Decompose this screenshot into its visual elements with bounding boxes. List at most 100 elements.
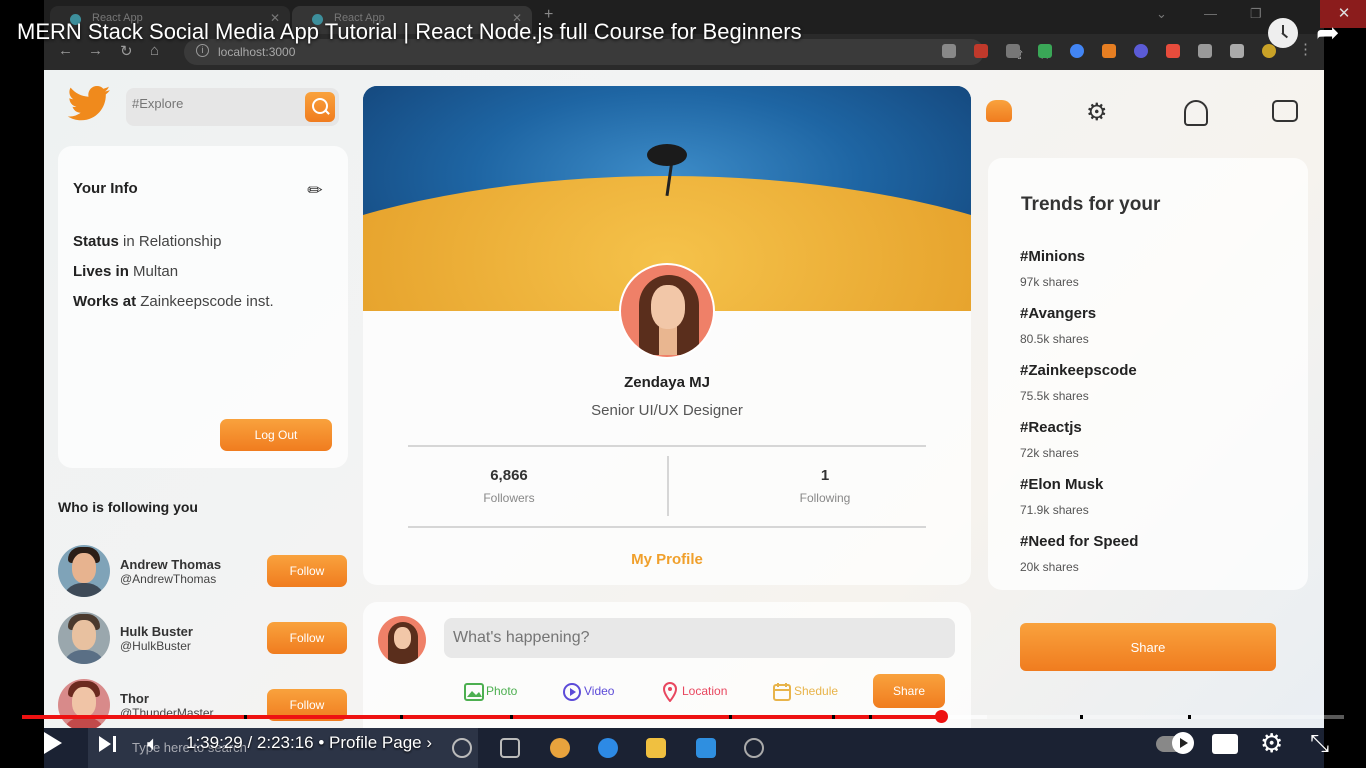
minimize-icon[interactable]: — <box>1204 6 1217 21</box>
follow-button[interactable]: Follow <box>267 622 347 654</box>
share-arrow-icon[interactable]: ➦ <box>1316 16 1339 49</box>
next-icon[interactable] <box>99 736 111 752</box>
avatar <box>58 545 110 597</box>
video-progress-bar[interactable] <box>22 715 1344 719</box>
my-profile-link[interactable]: My Profile <box>363 551 971 568</box>
search-icon[interactable] <box>305 92 335 122</box>
extension-orange-icon[interactable] <box>1102 44 1116 58</box>
your-info-card: Your Info ✎ Status in Relationship Lives… <box>58 146 348 468</box>
trend-tag[interactable]: #Need for Speed <box>1020 533 1138 550</box>
maximize-icon[interactable]: ❐ <box>1250 6 1262 22</box>
video-title[interactable]: MERN Stack Social Media App Tutorial | R… <box>17 19 802 45</box>
video-option[interactable]: Video <box>562 682 614 702</box>
trend-shares: 71.9k shares <box>1020 503 1089 517</box>
photo-option[interactable]: Photo <box>464 682 517 702</box>
site-info-icon[interactable]: i <box>196 44 209 57</box>
avatar-face <box>72 687 96 717</box>
trend-tag[interactable]: #Reactjs <box>1020 419 1082 436</box>
avatar-face <box>651 285 685 329</box>
trend-tag[interactable]: #Minions <box>1020 248 1085 265</box>
play-icon[interactable] <box>44 732 62 754</box>
explore-search-box <box>126 88 339 126</box>
trend-shares: 80.5k shares <box>1020 332 1089 346</box>
follower-item: Andrew Thomas @AndrewThomas Follow <box>58 545 348 599</box>
next-icon-bar <box>113 736 116 752</box>
follower-name: Andrew Thomas <box>120 557 222 572</box>
avatar-face <box>72 553 96 583</box>
address-text: localhost:3000 <box>218 45 296 59</box>
divider-vertical <box>667 456 669 516</box>
watch-later-clock-icon[interactable] <box>1268 18 1298 48</box>
divider <box>408 526 926 528</box>
exit-fullscreen-icon[interactable]: ⤡ <box>1310 730 1329 758</box>
volume-icon[interactable]: 🔈︎ <box>147 733 159 756</box>
info-title: Your Info <box>73 180 138 197</box>
info-lives-in: Lives in Multan <box>73 263 178 280</box>
follower-handle: @AndrewThomas <box>120 572 217 586</box>
follower-item: Thor @ThunderMaster Follow <box>58 679 348 730</box>
notifications-bell-icon[interactable] <box>1184 100 1208 126</box>
trend-shares: 72k shares <box>1020 446 1079 460</box>
tree-canopy <box>647 144 687 166</box>
extension-red-icon[interactable] <box>974 44 988 58</box>
trend-tag[interactable]: #Elon Musk <box>1020 476 1103 493</box>
info-value: in Relationship <box>123 233 222 250</box>
trend-tag[interactable]: #Zainkeepscode <box>1020 362 1137 379</box>
location-option[interactable]: Location <box>660 682 727 702</box>
twitter-bird-logo-icon[interactable] <box>66 84 112 136</box>
share-button[interactable]: Share <box>1020 623 1276 671</box>
trends-card: Trends for your #Minions 97k shares #Ava… <box>988 158 1308 590</box>
calendar-icon <box>773 683 791 701</box>
schedule-option[interactable]: Shedule <box>772 682 838 702</box>
chapter-marker <box>400 715 403 719</box>
chrome-taskbar-icon[interactable] <box>550 738 570 758</box>
avatar-face <box>394 627 411 649</box>
captions-icon[interactable] <box>1212 734 1238 754</box>
profile-avatar-icon[interactable] <box>1262 44 1276 58</box>
option-label: Location <box>682 684 728 699</box>
obs-icon[interactable] <box>744 738 764 758</box>
post-share-button[interactable]: Share <box>873 674 945 708</box>
home-icon[interactable] <box>986 100 1012 122</box>
trends-title: Trends for your <box>1021 194 1161 215</box>
scrubber-handle[interactable] <box>934 710 948 723</box>
social-media-app: Your Info ✎ Status in Relationship Lives… <box>44 70 1324 730</box>
task-view-icon[interactable] <box>500 738 520 758</box>
post-input[interactable] <box>444 618 955 658</box>
comments-icon[interactable] <box>1272 100 1298 122</box>
extension-camera-icon[interactable] <box>942 44 956 58</box>
edit-pencil-icon[interactable]: ✎ <box>303 178 329 204</box>
extension-chrome-icon[interactable] <box>1070 44 1084 58</box>
info-label: Status <box>73 233 119 250</box>
tab-search-icon[interactable]: ⌄ <box>1156 6 1167 22</box>
photo-icon <box>464 683 484 701</box>
location-pin-icon <box>662 682 678 702</box>
time-display: 1:39:29 / 2:23:16 <box>186 733 314 752</box>
extension-pdf-icon[interactable] <box>1166 44 1180 58</box>
played-bar <box>22 715 941 719</box>
chapter-title[interactable]: • Profile Page › <box>318 733 432 752</box>
cortana-icon[interactable] <box>452 738 472 758</box>
profile-avatar <box>619 263 715 359</box>
extensions-puzzle-icon[interactable] <box>1198 44 1212 58</box>
follow-button[interactable]: Follow <box>267 555 347 587</box>
logout-button[interactable]: Log Out <box>220 419 332 451</box>
followers-count: 6,866 <box>490 467 528 484</box>
file-explorer-icon[interactable] <box>646 738 666 758</box>
trend-tag[interactable]: #Avangers <box>1020 305 1096 322</box>
extension-gray-icon[interactable] <box>1006 44 1020 58</box>
settings-gear-icon[interactable]: ⚙ <box>1086 98 1116 128</box>
extension-blue-icon[interactable] <box>1134 44 1148 58</box>
info-works-at: Works at Zainkeepscode inst. <box>73 293 274 310</box>
browser-menu-icon[interactable]: ⋮ <box>1298 40 1313 58</box>
explore-search-input[interactable] <box>132 96 292 111</box>
player-settings-gear-icon[interactable]: ⚙ <box>1260 728 1283 759</box>
profile-card: Zendaya MJ Senior UI/UX Designer 6,866 F… <box>363 86 971 585</box>
avatar <box>58 679 110 730</box>
post-share-card: Photo Video Location Shedule Share <box>363 602 971 730</box>
extension-shield-icon[interactable] <box>1038 44 1052 58</box>
edge-icon[interactable] <box>598 738 618 758</box>
avatar-body <box>62 583 106 597</box>
side-panel-icon[interactable] <box>1230 44 1244 58</box>
vscode-icon[interactable] <box>696 738 716 758</box>
